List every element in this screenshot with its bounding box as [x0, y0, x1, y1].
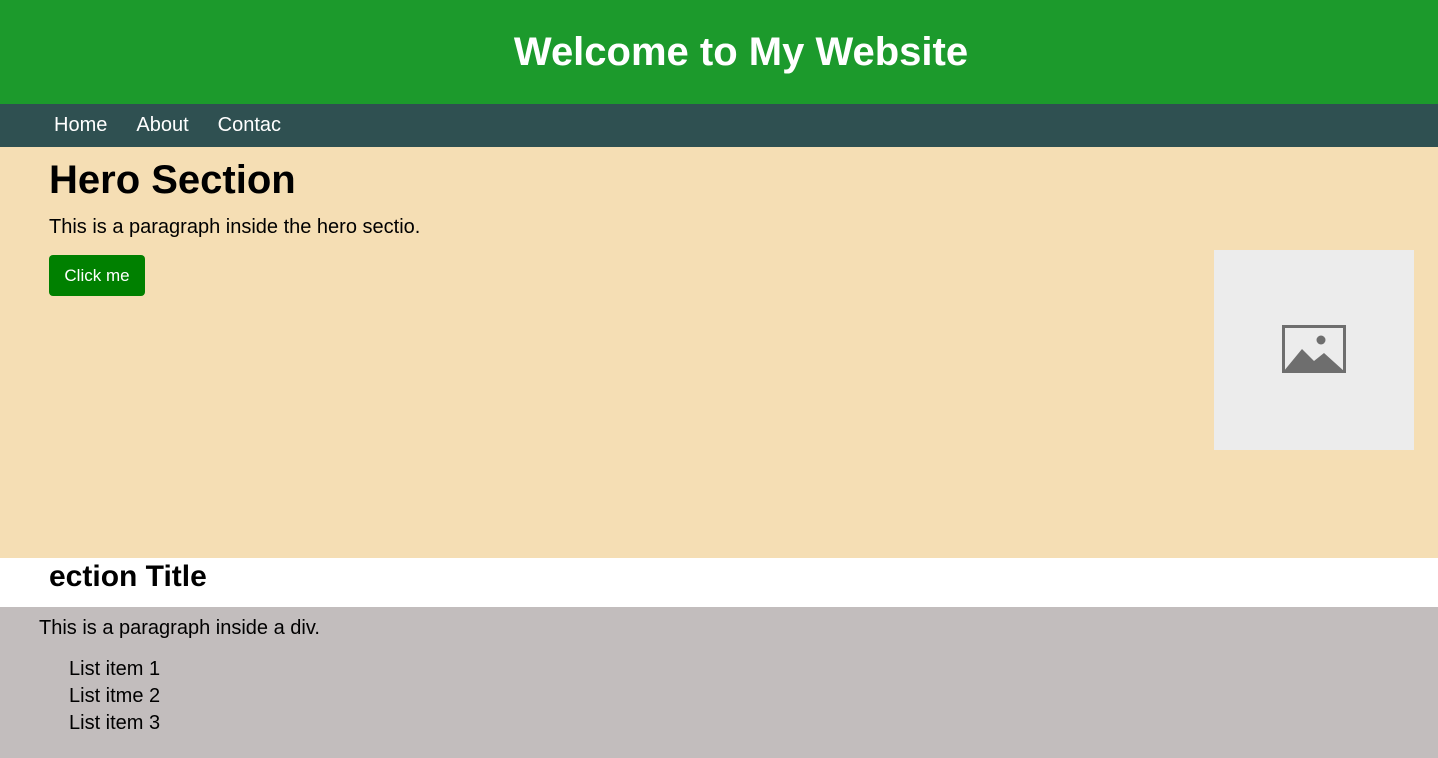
- image-placeholder-icon: [1282, 325, 1346, 373]
- content-div: This is a paragraph inside a div. List i…: [0, 607, 1438, 758]
- hero-image: [1214, 250, 1414, 450]
- list-item: List item 1: [69, 658, 161, 680]
- main-nav: Home About Contac: [0, 104, 1438, 147]
- nav-link-home[interactable]: Home: [54, 114, 107, 137]
- site-title: Welcome to My Website: [513, 29, 969, 74]
- nav-link-about[interactable]: About: [136, 114, 188, 137]
- content-paragraph: This is a paragraph inside a div.: [39, 617, 320, 639]
- section-title: ection Title: [49, 560, 207, 593]
- content-list: List item 1 List itme 2 List item 3: [69, 656, 160, 737]
- list-item: List item 3: [69, 712, 161, 734]
- click-me-button[interactable]: Click me: [49, 255, 145, 296]
- section-title-bar: ection Title: [0, 558, 1438, 607]
- hero-section: Hero Section This is a paragraph inside …: [0, 147, 1438, 558]
- nav-link-contact[interactable]: Contac: [218, 114, 281, 137]
- hero-paragraph: This is a paragraph inside the hero sect…: [49, 216, 421, 238]
- hero-title: Hero Section: [49, 158, 296, 202]
- site-header: Welcome to My Website: [0, 0, 1438, 104]
- list-item: List itme 2: [69, 685, 161, 707]
